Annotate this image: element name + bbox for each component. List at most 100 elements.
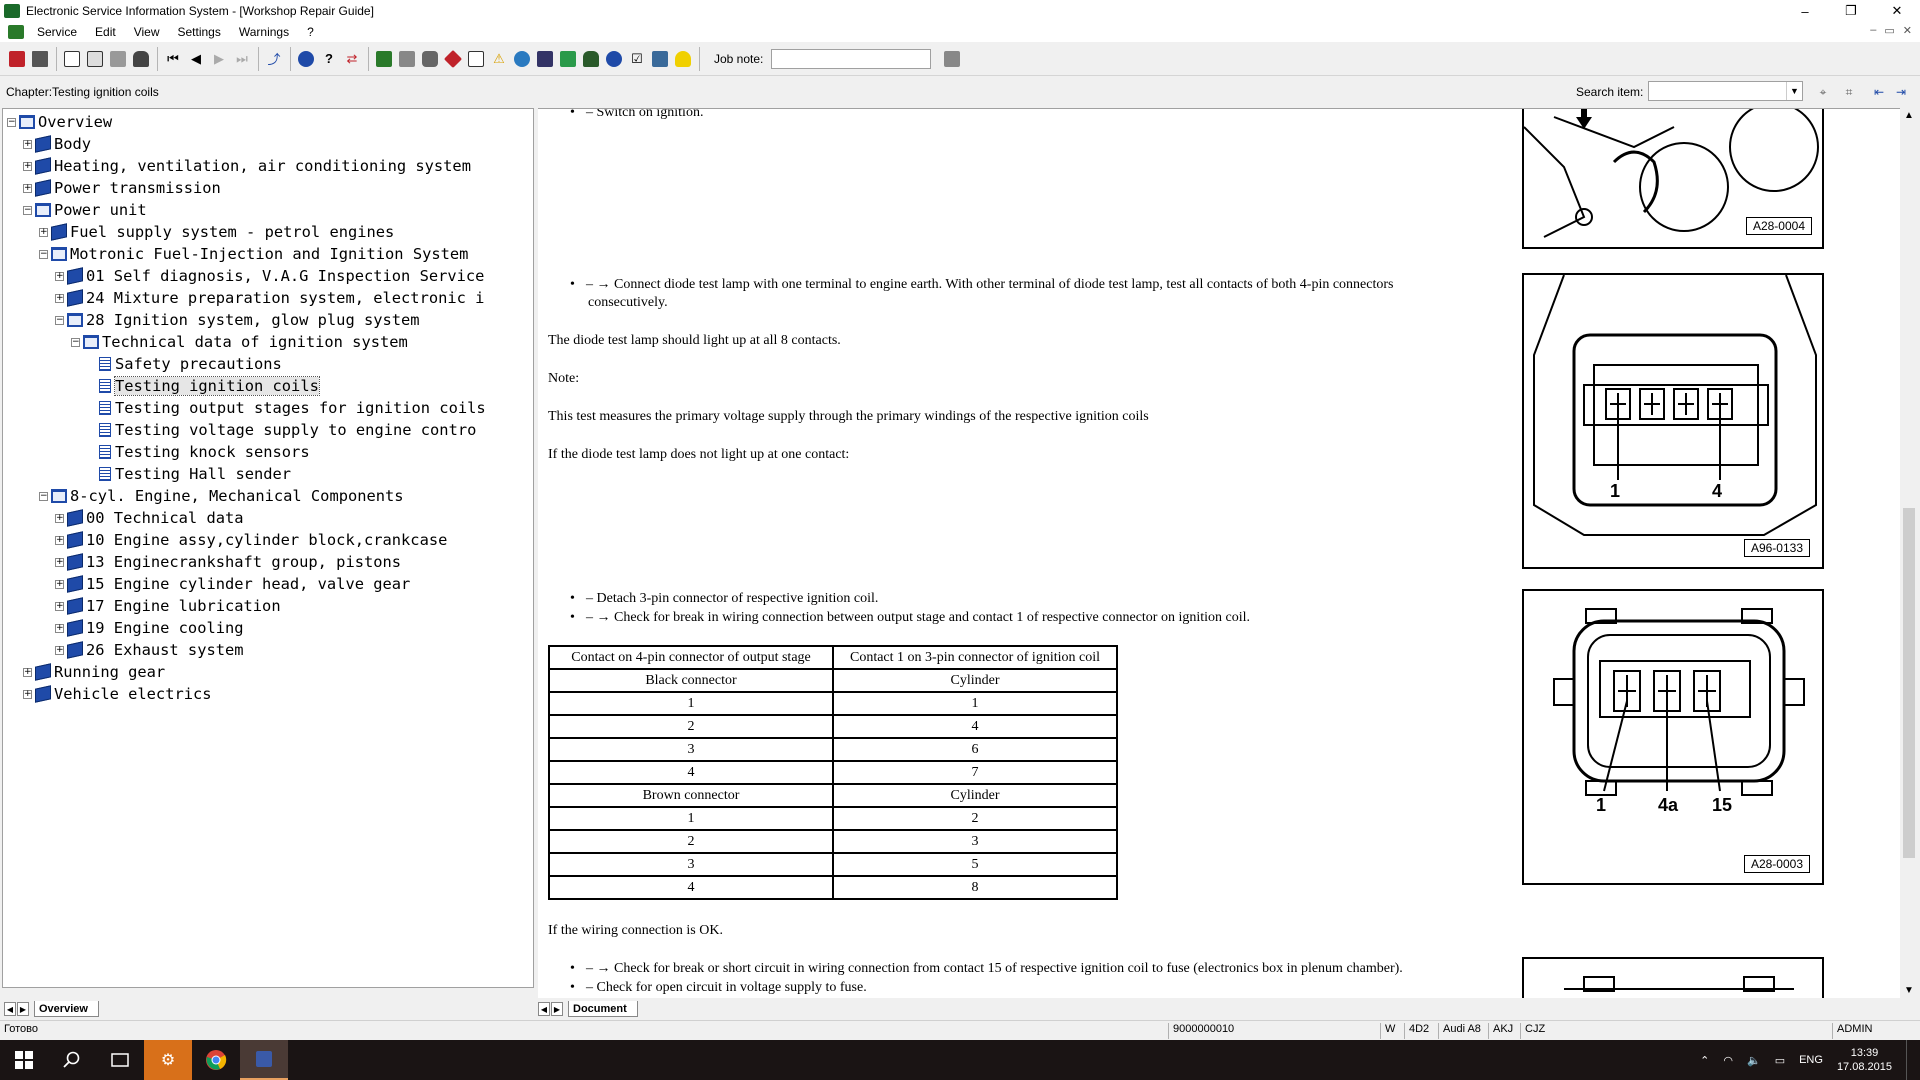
tree-item-label[interactable]: 13 Enginecrankshaft group, pistons <box>86 553 401 571</box>
maximize-button[interactable]: ❐ <box>1828 0 1874 22</box>
tree-item[interactable]: + Body <box>3 133 486 155</box>
tree-item[interactable]: Testing voltage supply to engine contro <box>3 419 486 441</box>
collapse-icon[interactable]: − <box>39 491 48 501</box>
expand-pane-icon[interactable]: ⇥ <box>1890 81 1912 103</box>
show-desktop-button[interactable] <box>1906 1040 1910 1080</box>
edit-icon[interactable] <box>557 48 579 70</box>
tab-document[interactable]: Document <box>568 1001 638 1017</box>
tree-item[interactable]: +17 Engine lubrication <box>3 595 486 617</box>
switch-icon[interactable]: ⇄ <box>341 48 363 70</box>
tree-item[interactable]: +26 Exhaust system <box>3 639 486 661</box>
diagnosis-icon[interactable] <box>442 48 464 70</box>
tree-item[interactable]: − Motronic Fuel-Injection and Ignition Sy… <box>3 243 486 265</box>
tree-item[interactable]: +19 Engine cooling <box>3 617 486 639</box>
tab-prev-icon[interactable]: ◀ <box>538 1002 550 1016</box>
settings-app-icon[interactable]: ⚙ <box>144 1040 192 1080</box>
print-icon[interactable] <box>29 48 51 70</box>
tree-item[interactable]: − 8-cyl. Engine, Mechanical Components <box>3 485 486 507</box>
chevron-down-icon[interactable]: ▼ <box>1786 82 1802 100</box>
tree-item-label[interactable]: 26 Exhaust system <box>86 641 244 659</box>
tree-item[interactable]: Testing knock sensors <box>3 441 486 463</box>
chevron-up-icon[interactable]: ⌃ <box>1700 1054 1709 1067</box>
expand-icon[interactable]: + <box>23 689 32 699</box>
find-next-icon[interactable]: ⌗ <box>1838 81 1860 103</box>
menu-settings[interactable]: Settings <box>169 25 230 39</box>
minimize-button[interactable]: – <box>1782 0 1828 22</box>
job-note-input[interactable] <box>771 48 932 69</box>
language-indicator[interactable]: ENG <box>1799 1054 1823 1066</box>
expand-icon[interactable]: + <box>55 645 64 655</box>
settings-icon[interactable] <box>649 48 671 70</box>
tree-item-label[interactable]: 28 Ignition system, glow plug system <box>86 311 420 329</box>
menu-edit[interactable]: Edit <box>86 25 125 39</box>
tree-item-label[interactable]: Safety precautions <box>115 355 282 373</box>
tree-item-label[interactable]: 17 Engine lubrication <box>86 597 281 615</box>
tree-item[interactable]: +10 Engine assy,cylinder block,crankcase <box>3 529 486 551</box>
tree-item-label[interactable]: Technical data of ignition system <box>102 333 408 351</box>
tree-item-label[interactable]: Power unit <box>54 201 147 219</box>
scroll-up-icon[interactable]: ▲ <box>1904 110 1914 121</box>
wifi-icon[interactable]: ◠ <box>1723 1054 1733 1067</box>
tree-item[interactable]: +01 Self diagnosis, V.A.G Inspection Ser… <box>3 265 486 287</box>
mdi-minimize-button[interactable]: – <box>1870 24 1876 37</box>
tree-item[interactable]: Testing Hall sender <box>3 463 486 485</box>
last-page-icon[interactable]: ⏭ <box>231 48 253 70</box>
tree-item[interactable]: Testing ignition coils <box>3 375 486 397</box>
collapse-icon[interactable]: − <box>71 337 80 347</box>
tree-item[interactable]: Safety precautions <box>3 353 486 375</box>
chrome-icon[interactable] <box>192 1040 240 1080</box>
clock[interactable]: 13:39 17.08.2015 <box>1837 1046 1892 1074</box>
tree-item[interactable]: − Power unit <box>3 199 486 221</box>
document-window-icon[interactable] <box>8 25 24 39</box>
scroll-down-icon[interactable]: ▼ <box>1904 985 1914 996</box>
lightbulb-icon[interactable] <box>672 48 694 70</box>
menu-service[interactable]: Service <box>28 25 86 39</box>
next-icon[interactable]: ▶ <box>208 48 230 70</box>
tab-overview[interactable]: Overview <box>34 1001 99 1017</box>
mdi-close-button[interactable]: ✕ <box>1903 24 1912 37</box>
expand-icon[interactable]: + <box>55 513 64 523</box>
expand-icon[interactable]: + <box>55 557 64 567</box>
tab-next-icon[interactable]: ▶ <box>17 1002 29 1016</box>
document-vertical-scrollbar[interactable]: ▲ ▼ <box>1900 108 1918 998</box>
collapse-icon[interactable]: − <box>7 117 16 127</box>
tree-item-label[interactable]: Testing knock sensors <box>115 443 310 461</box>
expand-icon[interactable]: + <box>55 623 64 633</box>
new-document-icon[interactable] <box>61 48 83 70</box>
expand-icon[interactable]: + <box>39 227 48 237</box>
tree-item[interactable]: + Running gear <box>3 661 486 683</box>
expand-icon[interactable]: + <box>23 161 32 171</box>
tree-item-label[interactable]: Vehicle electrics <box>54 685 212 703</box>
tree-item-label[interactable]: Testing Hall sender <box>115 465 291 483</box>
tree-item-label[interactable]: 24 Mixture preparation system, electroni… <box>86 289 484 307</box>
job-note-save-icon[interactable] <box>941 48 963 70</box>
warning-icon[interactable]: ⚠ <box>488 48 510 70</box>
tree-item[interactable]: − 28 Ignition system, glow plug system <box>3 309 486 331</box>
tree-item-label[interactable]: Running gear <box>54 663 165 681</box>
tools-icon[interactable] <box>107 48 129 70</box>
tree-item-label[interactable]: 15 Engine cylinder head, valve gear <box>86 575 410 593</box>
expand-icon[interactable]: + <box>55 579 64 589</box>
tree-item-label[interactable]: Testing voltage supply to engine contro <box>115 421 476 439</box>
back-icon[interactable]: ⤴ <box>263 48 285 70</box>
tree-item-label[interactable]: Fuel supply system - petrol engines <box>70 223 394 241</box>
tree-item-label[interactable]: Motronic Fuel-Injection and Ignition Sys… <box>70 245 468 263</box>
expand-icon[interactable]: + <box>23 183 32 193</box>
menu-view[interactable]: View <box>125 25 169 39</box>
tree-item[interactable]: +00 Technical data <box>3 507 486 529</box>
catalog-icon[interactable] <box>465 48 487 70</box>
tree-item[interactable]: + Heating, ventilation, air conditioning … <box>3 155 486 177</box>
task-view-icon[interactable] <box>96 1040 144 1080</box>
tree-item-label[interactable]: 00 Technical data <box>86 509 244 527</box>
expand-icon[interactable]: + <box>55 293 64 303</box>
engine-icon[interactable] <box>419 48 441 70</box>
expand-icon[interactable]: + <box>55 601 64 611</box>
tree-item[interactable]: − Overview <box>3 111 486 133</box>
parts-icon[interactable] <box>396 48 418 70</box>
tree-item[interactable]: + Power transmission <box>3 177 486 199</box>
collapse-icon[interactable]: − <box>55 315 64 325</box>
tab-next-icon[interactable]: ▶ <box>551 1002 563 1016</box>
globe-icon[interactable] <box>511 48 533 70</box>
tree-item[interactable]: +15 Engine cylinder head, valve gear <box>3 573 486 595</box>
car-icon[interactable] <box>580 48 602 70</box>
